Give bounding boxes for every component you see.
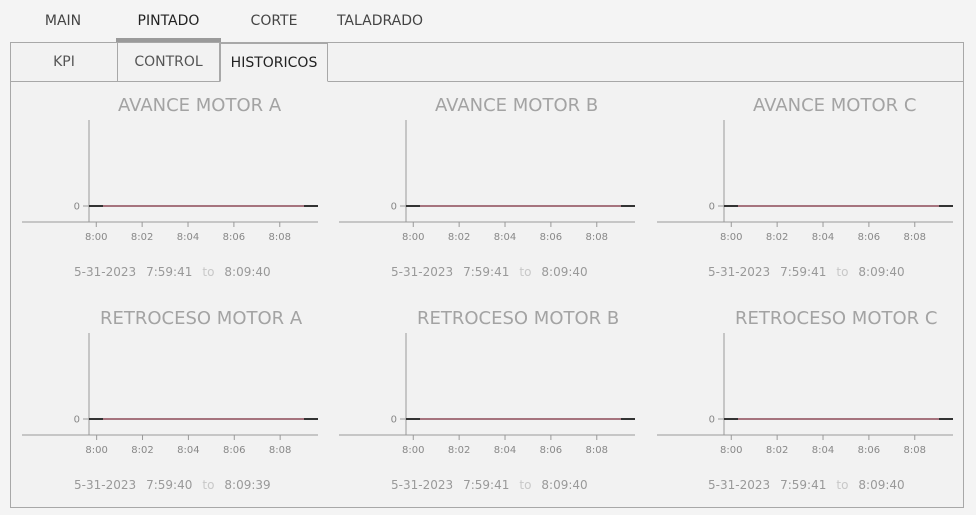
- x-tick-label: 8:00: [720, 445, 742, 456]
- chart-svg: 0 8:00 8:02 8:04 8:06 8:08: [339, 120, 635, 243]
- range-start: 7:59:40: [146, 478, 193, 492]
- range-start: 7:59:41: [463, 265, 510, 279]
- range-to: to: [836, 265, 849, 279]
- x-tick-label: 8:04: [177, 232, 199, 243]
- range-end: 8:09:39: [224, 478, 271, 492]
- range-end: 8:09:40: [541, 265, 588, 279]
- x-tick-label: 8:04: [494, 232, 516, 243]
- range-to: to: [519, 265, 532, 279]
- x-tick-label: 8:06: [540, 445, 562, 456]
- range-to: to: [202, 265, 215, 279]
- top-tab-bar: MAIN PINTADO CORTE TALADRADO: [0, 0, 976, 42]
- x-tick-label: 8:00: [85, 232, 107, 243]
- x-tick-label: 8:04: [812, 232, 834, 243]
- x-tick-label: 8:02: [448, 232, 470, 243]
- range-date: 5-31-2023: [708, 478, 771, 492]
- x-tick-label: 8:08: [904, 445, 926, 456]
- x-tick-label: 8:08: [586, 232, 608, 243]
- chart-svg: 0 8:00 8:02 8:04 8:06 8:08: [339, 333, 635, 456]
- range-start: 7:59:41: [463, 478, 510, 492]
- range-date: 5-31-2023: [391, 478, 454, 492]
- y-tick-label: 0: [74, 202, 80, 213]
- y-tick-label: 0: [74, 415, 80, 426]
- range-start: 7:59:41: [780, 478, 827, 492]
- x-tick-label: 8:04: [177, 445, 199, 456]
- range-date: 5-31-2023: [74, 478, 137, 492]
- range-end: 8:09:40: [858, 478, 905, 492]
- x-tick-label: 8:08: [269, 445, 291, 456]
- time-range: 5-31-2023 7:59:41 to 8:09:40: [391, 478, 588, 492]
- x-tick-label: 8:00: [402, 232, 424, 243]
- time-range: 5-31-2023 7:59:41 to 8:09:40: [74, 265, 271, 279]
- x-tick-label: 8:02: [131, 445, 153, 456]
- x-tick-label: 8:06: [223, 232, 245, 243]
- range-start: 7:59:41: [780, 265, 827, 279]
- range-to: to: [836, 478, 849, 492]
- subtab-kpi[interactable]: KPI: [11, 43, 117, 81]
- sub-tab-bar: KPI CONTROL HISTORICOS: [11, 43, 963, 82]
- y-tick-label: 0: [709, 202, 715, 213]
- x-tick-label: 8:02: [766, 232, 788, 243]
- tab-taladrado[interactable]: TALADRADO: [328, 0, 432, 42]
- y-tick-label: 0: [391, 202, 397, 213]
- x-tick-label: 8:02: [448, 445, 470, 456]
- x-tick-label: 8:00: [85, 445, 107, 456]
- time-range: 5-31-2023 7:59:41 to 8:09:40: [391, 265, 588, 279]
- x-tick-label: 8:06: [858, 232, 880, 243]
- range-start: 7:59:41: [146, 265, 193, 279]
- range-end: 8:09:40: [224, 265, 271, 279]
- y-tick-label: 0: [709, 415, 715, 426]
- x-tick-label: 8:04: [812, 445, 834, 456]
- subtab-control[interactable]: CONTROL: [117, 43, 220, 81]
- x-tick-label: 8:08: [269, 232, 291, 243]
- chart-svg: 0 8:00 8:02 8:04 8:06 8:08: [657, 333, 953, 456]
- x-tick-label: 8:08: [586, 445, 608, 456]
- time-range: 5-31-2023 7:59:41 to 8:09:40: [708, 265, 905, 279]
- time-range: 5-31-2023 7:59:40 to 8:09:39: [74, 478, 271, 492]
- tab-corte[interactable]: CORTE: [238, 0, 310, 42]
- x-tick-label: 8:06: [223, 445, 245, 456]
- time-range: 5-31-2023 7:59:41 to 8:09:40: [708, 478, 905, 492]
- subtab-historicos[interactable]: HISTORICOS: [220, 43, 328, 82]
- y-tick-label: 0: [391, 415, 397, 426]
- tab-main[interactable]: MAIN: [28, 0, 98, 42]
- x-tick-label: 8:00: [402, 445, 424, 456]
- range-date: 5-31-2023: [708, 265, 771, 279]
- chart-svg: 0 8:00 8:02 8:04 8:06 8:08: [22, 120, 318, 243]
- x-tick-label: 8:02: [766, 445, 788, 456]
- range-date: 5-31-2023: [391, 265, 454, 279]
- range-to: to: [519, 478, 532, 492]
- x-tick-label: 8:06: [540, 232, 562, 243]
- x-tick-label: 8:00: [720, 232, 742, 243]
- range-end: 8:09:40: [541, 478, 588, 492]
- chart-svg: 0 8:00 8:02 8:04 8:06 8:08: [22, 333, 318, 456]
- x-tick-label: 8:02: [131, 232, 153, 243]
- range-date: 5-31-2023: [74, 265, 137, 279]
- tab-pintado[interactable]: PINTADO: [116, 0, 221, 42]
- x-tick-label: 8:08: [904, 232, 926, 243]
- range-to: to: [202, 478, 215, 492]
- x-tick-label: 8:04: [494, 445, 516, 456]
- chart-svg: 0 8:00 8:02 8:04 8:06 8:08: [657, 120, 953, 243]
- range-end: 8:09:40: [858, 265, 905, 279]
- x-tick-label: 8:06: [858, 445, 880, 456]
